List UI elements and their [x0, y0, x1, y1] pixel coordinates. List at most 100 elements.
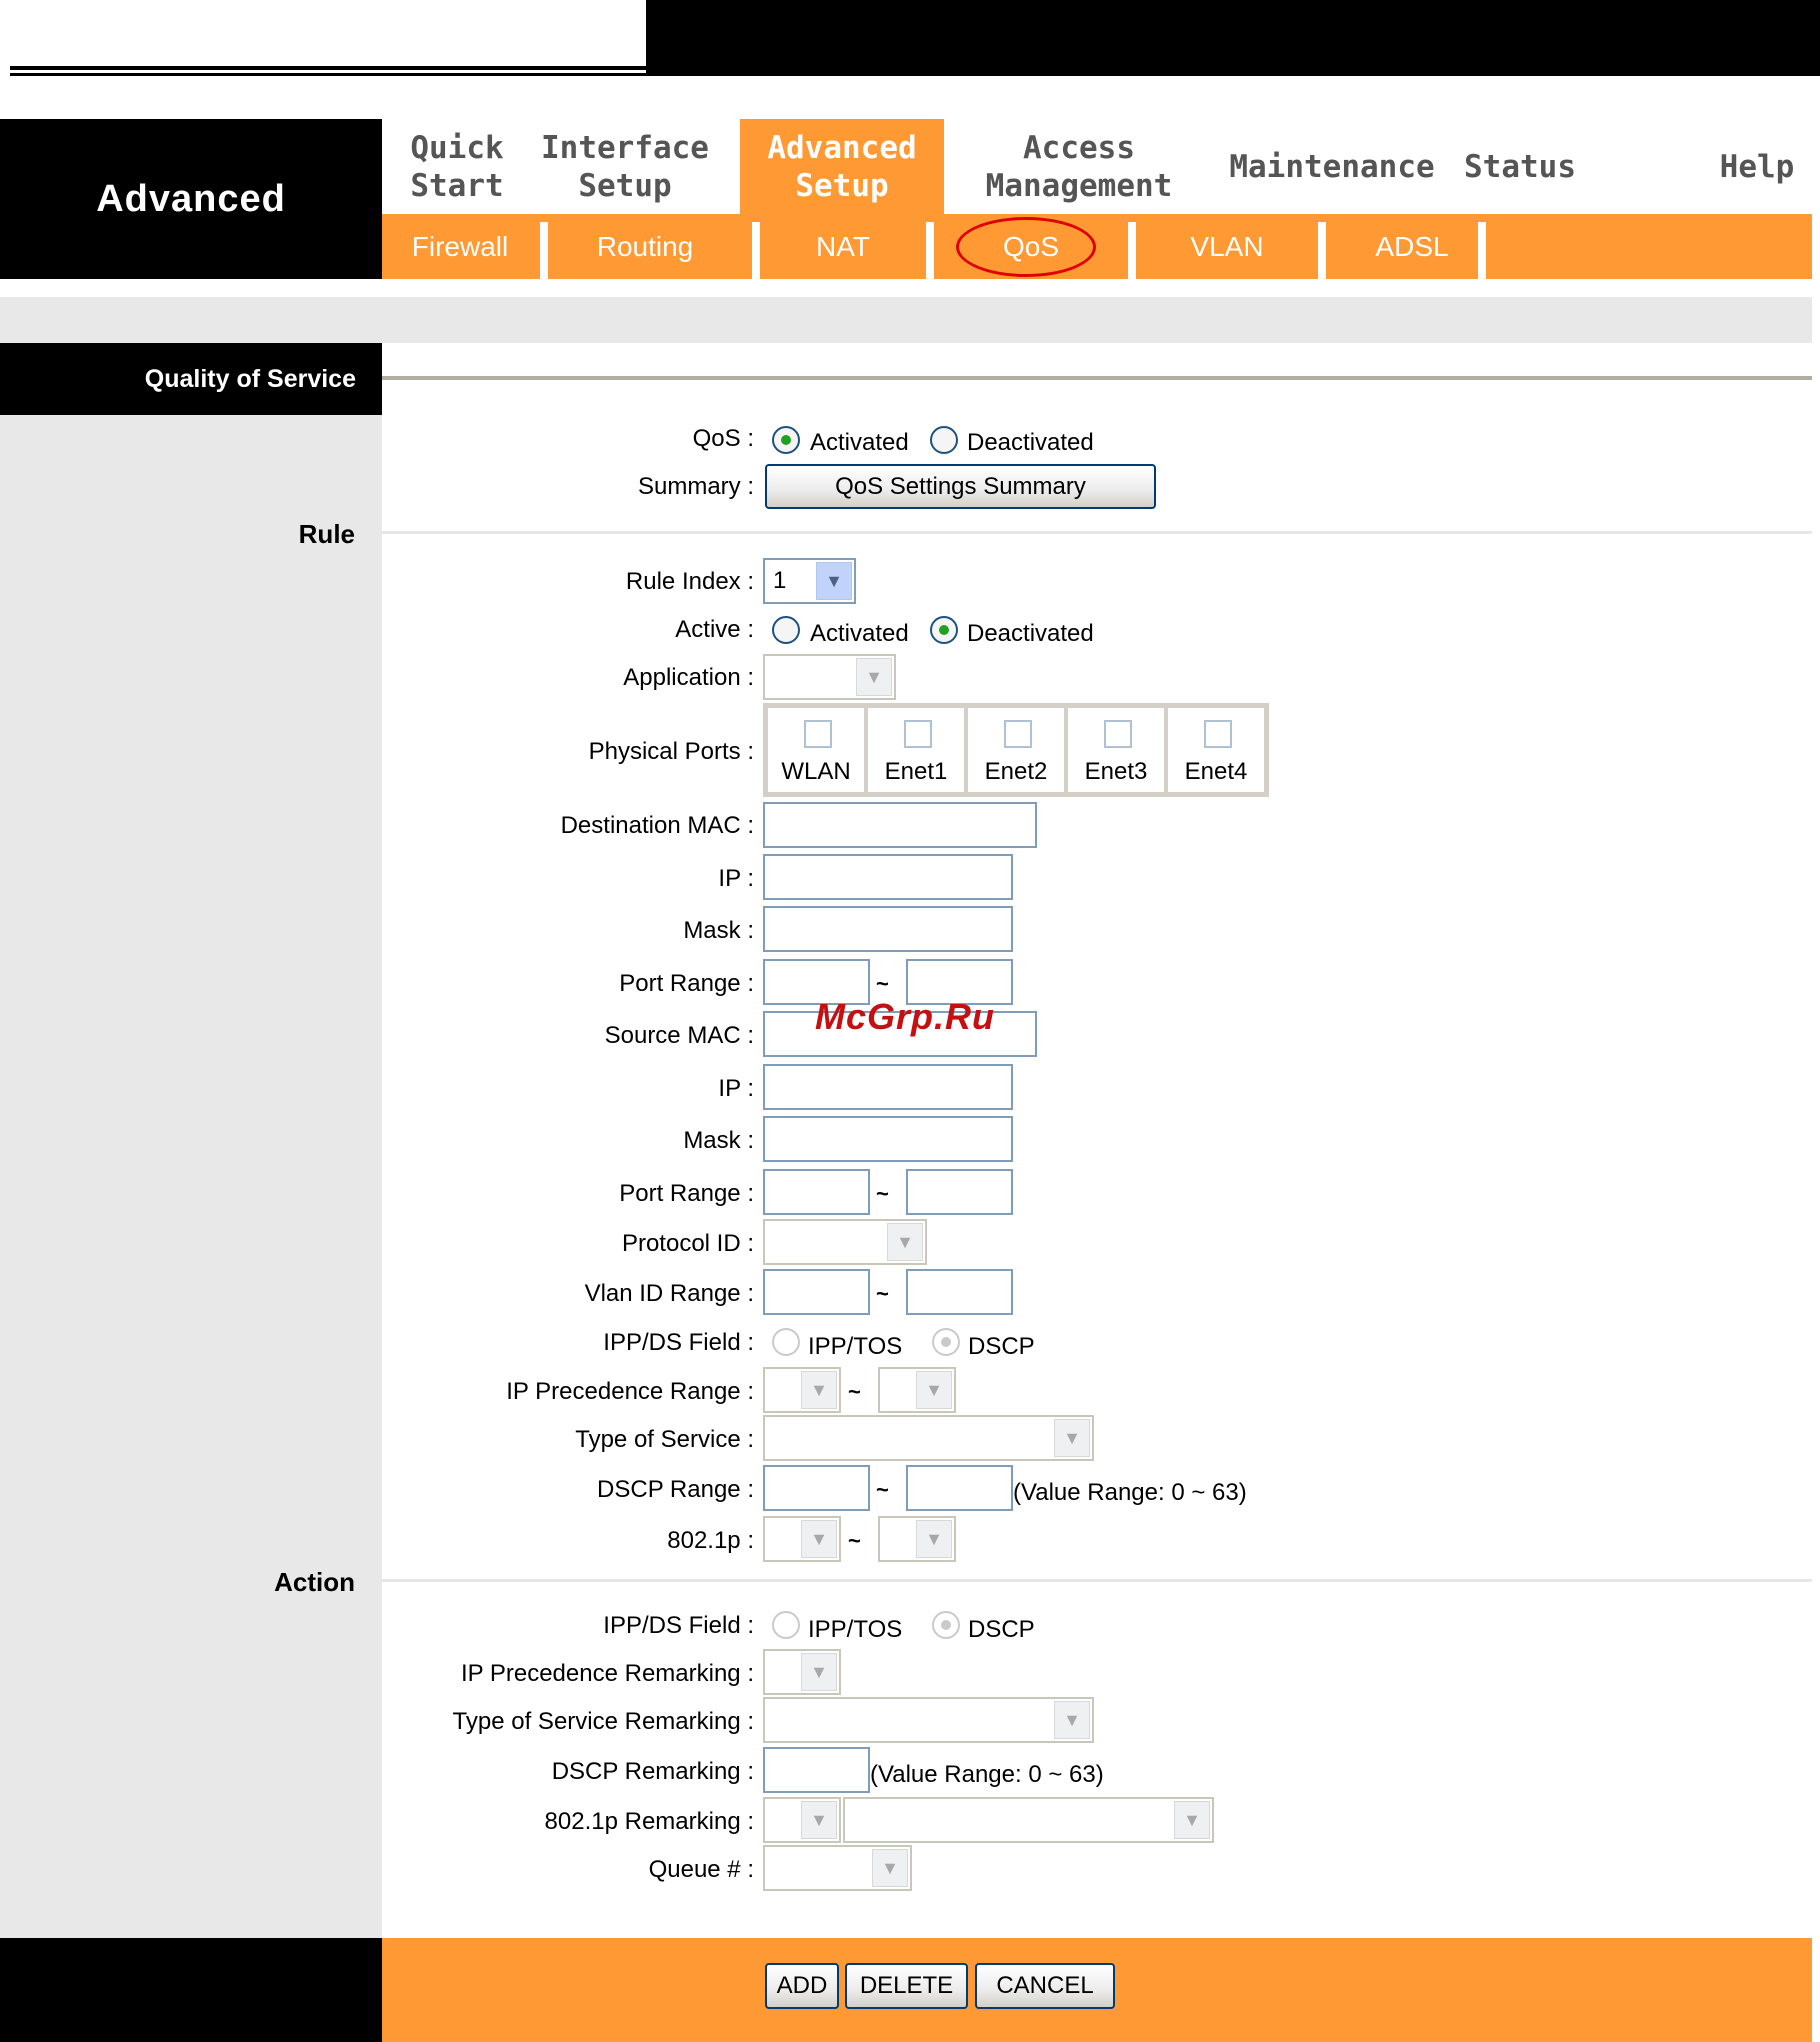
ip-precedence-remarking-select[interactable]: ▼: [763, 1649, 841, 1695]
subnav-separator: [752, 222, 760, 279]
delete-button[interactable]: DELETE: [845, 1963, 968, 2009]
dot1p-label: 802.1p :: [667, 1527, 754, 1554]
application-label: Application :: [623, 664, 754, 691]
port-enet1: Enet1: [866, 706, 966, 794]
port-wlan-checkbox[interactable]: [804, 720, 832, 748]
vlan-id-end-input[interactable]: [906, 1269, 1013, 1315]
section-title-rule: [382, 376, 1812, 380]
chevron-down-icon: ▼: [1054, 1419, 1090, 1457]
chevron-down-icon: ▼: [1054, 1701, 1090, 1739]
sub-nav: Firewall Routing NAT QoS VLAN ADSL: [382, 214, 1812, 279]
tos-remarking-label: Type of Service Remarking :: [452, 1708, 754, 1735]
active-deactivated-radio[interactable]: [930, 616, 958, 644]
source-port-end-input[interactable]: [906, 1169, 1013, 1215]
type-of-service-label: Type of Service :: [575, 1426, 754, 1453]
rule-index-value: 1: [773, 567, 787, 594]
footer-left: [0, 1938, 382, 2042]
port-enet1-checkbox[interactable]: [904, 720, 932, 748]
subnav-routing[interactable]: Routing: [548, 214, 742, 279]
chevron-down-icon: ▼: [1174, 1801, 1210, 1839]
rule-ipptos-radio[interactable]: [772, 1328, 800, 1356]
range-tilde: ~: [848, 1528, 861, 1553]
chevron-down-icon: ▼: [872, 1849, 908, 1887]
vlan-id-start-input[interactable]: [763, 1269, 870, 1315]
nav-quick-start[interactable]: Quick Start: [382, 119, 532, 214]
chevron-down-icon: ▼: [916, 1520, 952, 1558]
tos-remarking-select[interactable]: ▼: [763, 1697, 1094, 1743]
nav-advanced-setup[interactable]: Advanced Setup: [740, 119, 944, 214]
protocol-id-select[interactable]: ▼: [763, 1219, 927, 1265]
destination-mask-input[interactable]: [763, 906, 1013, 952]
range-tilde: ~: [876, 1281, 889, 1306]
top-divider: [10, 73, 1820, 76]
dscp-remarking-input[interactable]: [763, 1747, 870, 1793]
destination-mac-label: Destination MAC :: [560, 812, 754, 839]
port-enet4-checkbox[interactable]: [1204, 720, 1232, 748]
nav-help[interactable]: Help: [1702, 119, 1812, 214]
rule-ipptos-label: IPP/TOS: [808, 1333, 903, 1360]
queue-select[interactable]: ▼: [763, 1845, 912, 1891]
source-mask-label: Mask :: [683, 1127, 754, 1154]
type-of-service-select[interactable]: ▼: [763, 1415, 1094, 1461]
active-label: Active :: [675, 616, 754, 643]
ip-precedence-range-label: IP Precedence Range :: [506, 1378, 754, 1405]
qos-activated-radio[interactable]: [772, 426, 800, 454]
subnav-vlan[interactable]: VLAN: [1136, 214, 1318, 279]
dscp-range-start-input[interactable]: [763, 1465, 870, 1511]
application-select[interactable]: ▼: [763, 654, 896, 700]
qos-settings-summary-button[interactable]: QoS Settings Summary: [765, 464, 1156, 509]
chevron-down-icon: ▼: [801, 1520, 837, 1558]
dscp-range-end-input[interactable]: [906, 1465, 1013, 1511]
action-ipptos-radio[interactable]: [772, 1611, 800, 1639]
subnav-nat[interactable]: NAT: [760, 214, 926, 279]
nav-maintenance[interactable]: Maintenance: [1214, 119, 1450, 214]
dot1p-remarking-select[interactable]: ▼: [763, 1797, 841, 1843]
action-dscp-radio[interactable]: [932, 1611, 960, 1639]
cancel-button[interactable]: CANCEL: [975, 1963, 1115, 2009]
summary-label: Summary :: [637, 473, 754, 500]
chevron-down-icon: ▼: [856, 658, 892, 696]
rule-index-select[interactable]: 1 ▼: [763, 558, 856, 604]
range-tilde: ~: [876, 1181, 889, 1206]
physical-ports-label: Physical Ports :: [588, 738, 754, 765]
destination-ip-input[interactable]: [763, 854, 1013, 900]
watermark: McGrp.Ru: [815, 996, 996, 1037]
source-ip-input[interactable]: [763, 1064, 1013, 1110]
ip-precedence-end-select[interactable]: ▼: [878, 1367, 956, 1413]
source-mask-input[interactable]: [763, 1116, 1013, 1162]
nav-access-management[interactable]: Access Management: [944, 119, 1214, 214]
active-activated-label: Activated: [810, 620, 909, 647]
rule-dscp-radio[interactable]: [932, 1328, 960, 1356]
vlan-id-range-label: Vlan ID Range :: [584, 1280, 754, 1307]
action-dscp-label: DSCP: [968, 1616, 1035, 1643]
rule-dscp-label: DSCP: [968, 1333, 1035, 1360]
top-banner-right: [646, 0, 1820, 75]
subnav-separator: [1128, 222, 1136, 279]
grey-band: [0, 297, 1812, 343]
nav-status[interactable]: Status: [1450, 119, 1590, 214]
main-nav: Quick Start Interface Setup Advanced Set…: [382, 119, 1812, 214]
ip-precedence-start-select[interactable]: ▼: [763, 1367, 841, 1413]
destination-mac-input[interactable]: [763, 802, 1037, 848]
subnav-firewall[interactable]: Firewall: [382, 214, 538, 279]
port-enet3-checkbox[interactable]: [1104, 720, 1132, 748]
nav-interface-setup[interactable]: Interface Setup: [532, 119, 718, 214]
port-enet4-label: Enet4: [1184, 758, 1248, 785]
subnav-separator: [1318, 222, 1326, 279]
chevron-down-icon: ▼: [801, 1801, 837, 1839]
range-tilde: ~: [876, 971, 889, 996]
add-button[interactable]: ADD: [765, 1963, 839, 2009]
chevron-down-icon: ▼: [916, 1371, 952, 1409]
source-mac-label: Source MAC :: [604, 1022, 754, 1049]
dot1p-end-select[interactable]: ▼: [878, 1516, 956, 1562]
subnav-adsl[interactable]: ADSL: [1326, 214, 1498, 279]
qos-deactivated-radio[interactable]: [930, 426, 958, 454]
dscp-range-note: (Value Range: 0 ~ 63): [1013, 1479, 1247, 1506]
active-activated-radio[interactable]: [772, 616, 800, 644]
port-enet2-checkbox[interactable]: [1004, 720, 1032, 748]
port-enet3-label: Enet3: [1084, 758, 1148, 785]
dot1p-remarking-detail-select[interactable]: ▼: [843, 1797, 1214, 1843]
dscp-remarking-note: (Value Range: 0 ~ 63): [870, 1761, 1104, 1788]
dot1p-start-select[interactable]: ▼: [763, 1516, 841, 1562]
source-port-start-input[interactable]: [763, 1169, 870, 1215]
